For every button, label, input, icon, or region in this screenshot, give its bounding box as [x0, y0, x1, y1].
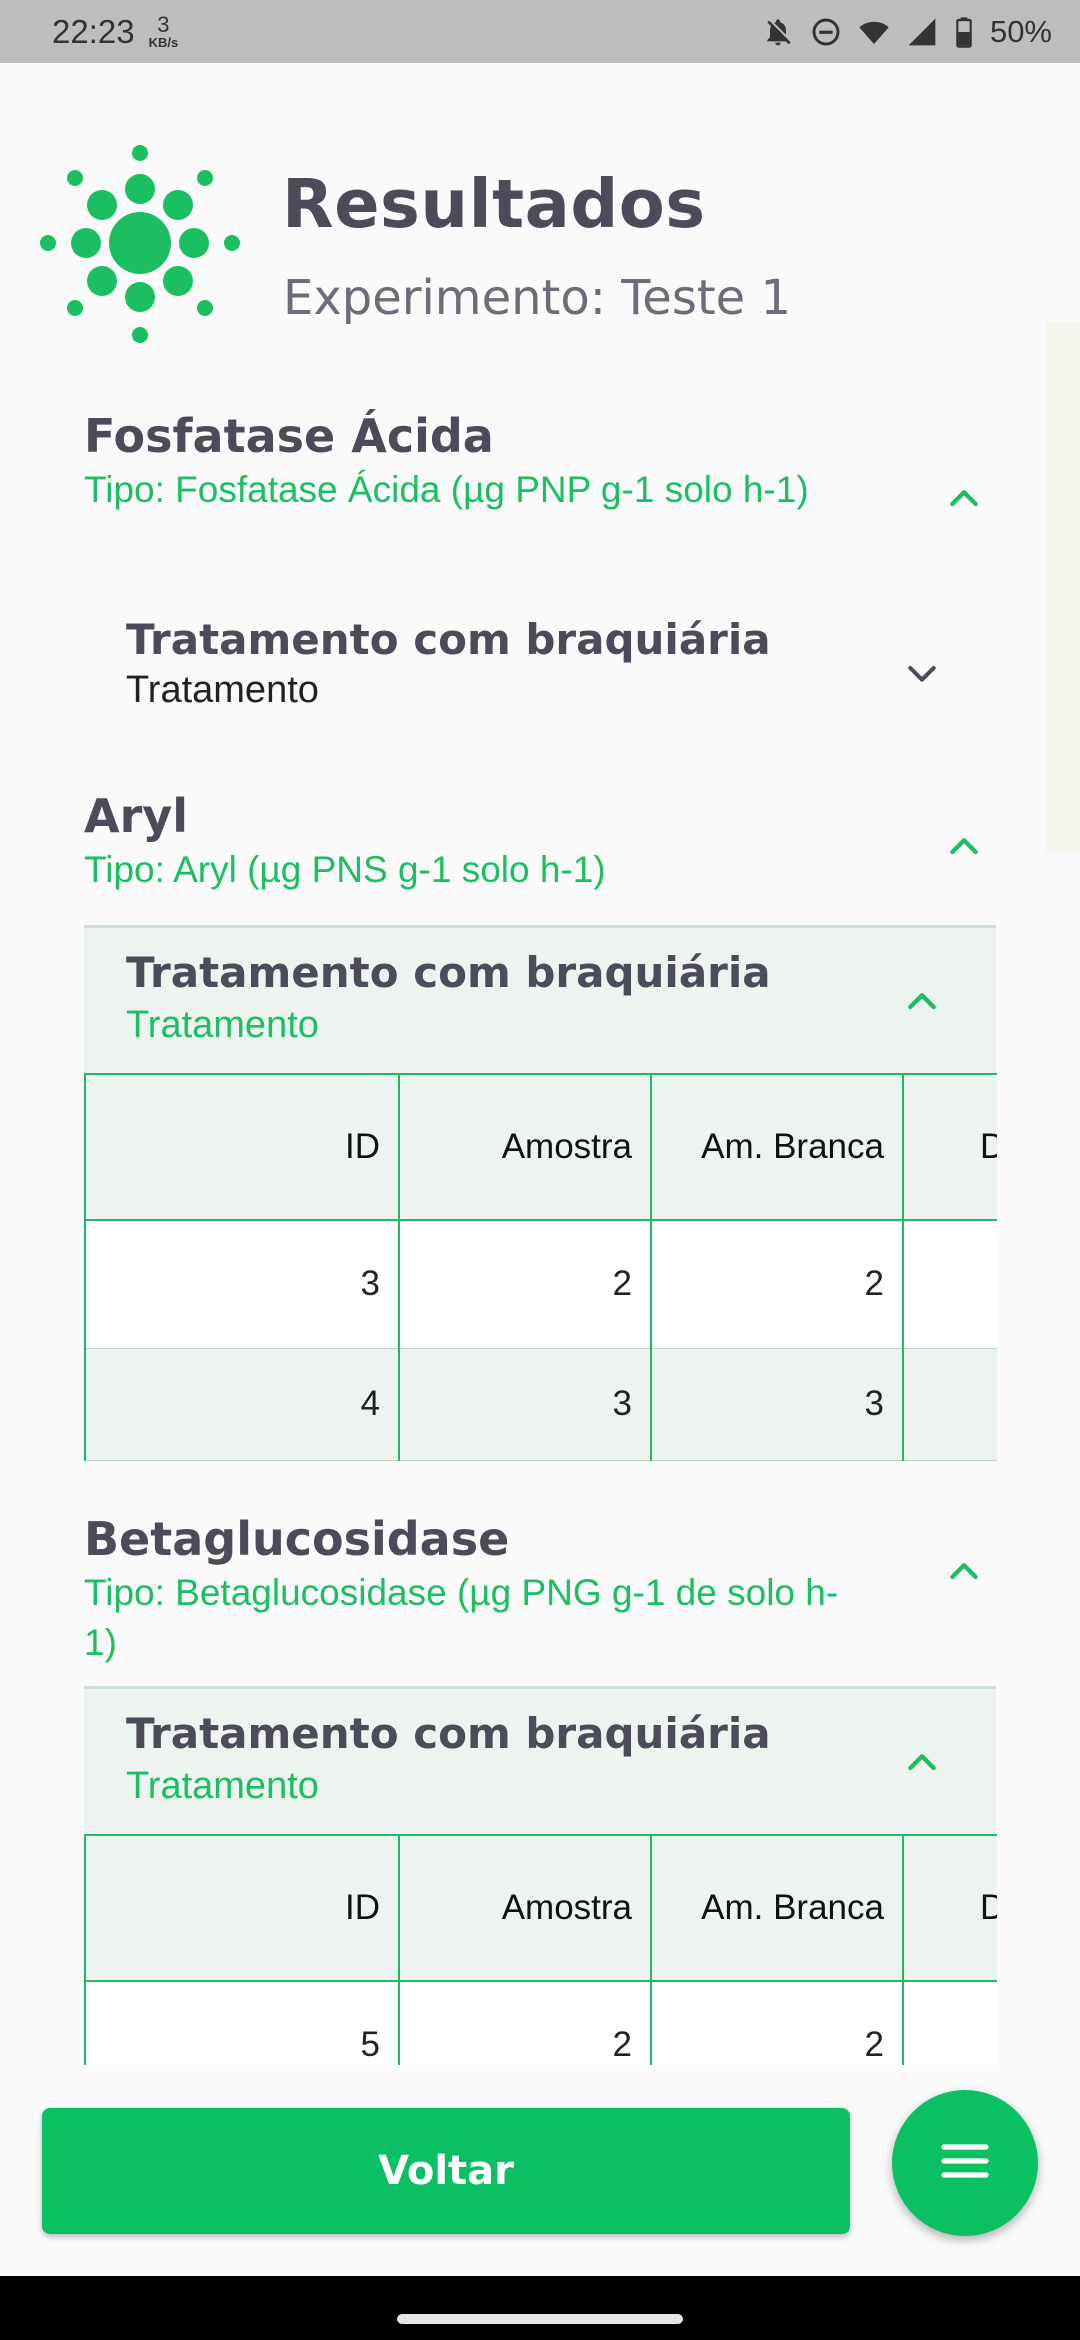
page-subtitle: Experimento: Teste 1 [283, 270, 791, 326]
signal-icon [906, 16, 938, 48]
treatment-item[interactable]: Tratamento com braquiária Tratamento [84, 925, 996, 1073]
section-type: Tipo: Betaglucosidase (µg PNG g-1 de sol… [84, 1572, 839, 1663]
column-header-id[interactable]: ID [84, 1834, 400, 1982]
cell-amostra: 3 [398, 1347, 652, 1461]
column-header-amostra[interactable]: Amostra [398, 1073, 652, 1221]
app-logo-icon [40, 145, 240, 345]
cell-amostra: 2 [398, 1219, 652, 1349]
treatment-title: Tratamento com braquiária [126, 615, 771, 664]
wifi-icon [858, 16, 890, 48]
network-speed-unit: KB/s [148, 35, 179, 50]
cell-amostra: 2 [398, 1980, 652, 2065]
section-type: Tipo: Aryl (µg PNS g-1 solo h-1) [84, 849, 606, 890]
cell-am-branca: 2 [650, 1980, 904, 2065]
column-header-amostra[interactable]: Amostra [398, 1834, 652, 1982]
treatment-type: Tratamento [126, 1004, 319, 1046]
chevron-up-icon[interactable] [902, 982, 942, 1022]
menu-icon [937, 2133, 993, 2193]
menu-fab-button[interactable] [892, 2090, 1038, 2236]
network-speed: 3 KB/s [148, 12, 179, 50]
status-bar: 22:23 3 KB/s 50% [0, 0, 1080, 63]
cell-am-branca: 3 [650, 1347, 904, 1461]
column-header-am-branca[interactable]: Am. Branca [650, 1073, 904, 1221]
table-row[interactable]: 5 2 2 [84, 1980, 997, 2065]
cell-id: 4 [84, 1347, 400, 1461]
chevron-up-icon[interactable] [944, 827, 984, 867]
section-type: Tipo: Fosfatase Ácida (µg PNP g-1 solo h… [84, 469, 809, 510]
home-gesture-handle[interactable] [397, 2314, 683, 2324]
status-time: 22:23 [52, 12, 135, 50]
cell-id: 3 [84, 1219, 400, 1349]
section-betaglucosidase[interactable]: Betaglucosidase Tipo: Betaglucosidase (µ… [84, 1510, 997, 2065]
treatment-item[interactable]: Tratamento com braquiária Tratamento [84, 1686, 996, 1834]
cell-am-branca: 2 [650, 1219, 904, 1349]
page-header: Resultados Experimento: Teste 1 [40, 145, 1040, 345]
chevron-up-icon[interactable] [944, 479, 984, 519]
cell-truncated [902, 1219, 997, 1349]
battery-percentage: 50% [989, 13, 1052, 49]
column-header-am-branca[interactable]: Am. Branca [650, 1834, 904, 1982]
treatment-title: Tratamento com braquiária [126, 1709, 771, 1758]
column-header-truncated[interactable]: D [902, 1073, 997, 1221]
column-header-truncated[interactable]: D [902, 1834, 997, 1982]
cell-id: 5 [84, 1980, 400, 2065]
chevron-up-icon[interactable] [902, 1743, 942, 1783]
section-fosfatase-acida[interactable]: Fosfatase Ácida Tipo: Fosfatase Ácida (µ… [84, 407, 996, 737]
treatment-title: Tratamento com braquiária [126, 948, 771, 997]
cell-truncated [902, 1980, 997, 2065]
section-aryl[interactable]: Aryl Tipo: Aryl (µg PNS g-1 solo h-1) Tr… [84, 787, 997, 1467]
notifications-muted-icon [762, 16, 794, 48]
network-speed-value: 3 [157, 12, 170, 37]
table-row[interactable]: 3 2 2 [84, 1219, 997, 1349]
table-header-row: ID Amostra Am. Branca D [84, 1834, 997, 1982]
chevron-down-icon[interactable] [902, 653, 942, 693]
page-title: Resultados [282, 165, 706, 243]
table-row[interactable]: 4 3 3 [84, 1347, 997, 1461]
treatment-type: Tratamento [126, 669, 319, 711]
results-list[interactable]: Fosfatase Ácida Tipo: Fosfatase Ácida (µ… [0, 395, 1080, 2065]
section-title: Betaglucosidase [84, 1512, 510, 1566]
section-title: Fosfatase Ácida [84, 409, 494, 463]
column-header-id[interactable]: ID [84, 1073, 400, 1221]
treatment-type: Tratamento [126, 1765, 319, 1807]
system-navigation-bar [0, 2276, 1080, 2340]
do-not-disturb-icon [810, 16, 842, 48]
back-button[interactable]: Voltar [42, 2108, 850, 2234]
cell-truncated [902, 1347, 997, 1461]
section-title: Aryl [84, 789, 189, 843]
table-header-row: ID Amostra Am. Branca D [84, 1073, 997, 1221]
treatment-item[interactable]: Tratamento com braquiária Tratamento [84, 607, 996, 727]
results-table: ID Amostra Am. Branca D 5 2 2 [84, 1834, 997, 2065]
battery-icon [954, 16, 974, 48]
results-table: ID Amostra Am. Branca D 3 2 2 4 3 3 [84, 1073, 997, 1461]
chevron-up-icon[interactable] [944, 1552, 984, 1592]
